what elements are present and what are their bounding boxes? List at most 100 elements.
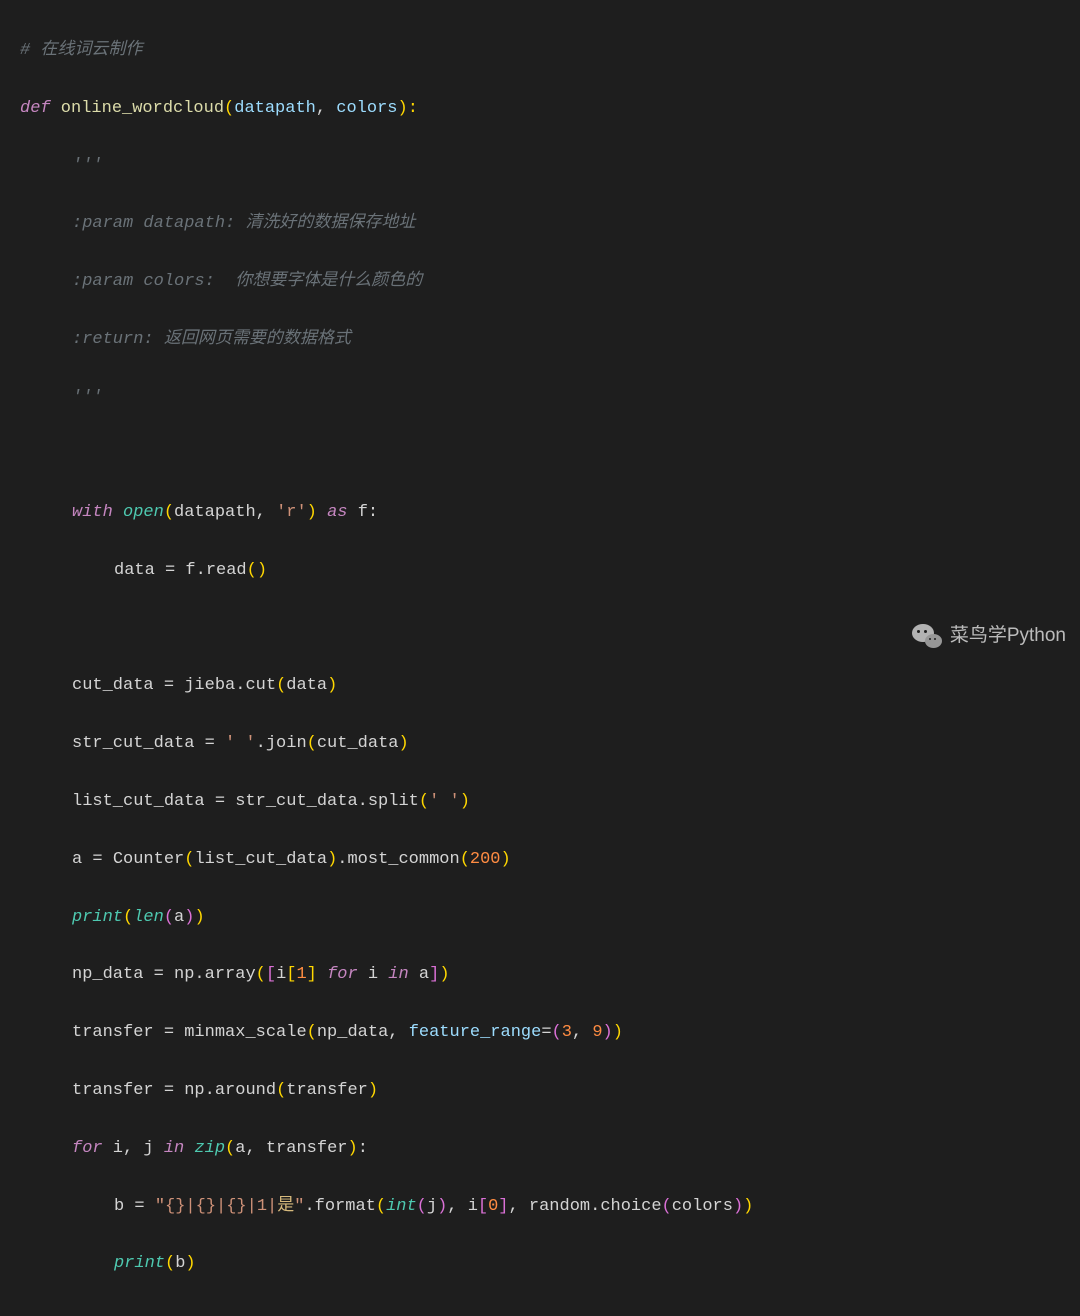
i-sub: i: [468, 1197, 478, 1216]
paren: (: [417, 1197, 427, 1216]
paren: ): [368, 1081, 378, 1100]
var-j: j: [133, 1139, 164, 1158]
bracket: ]: [429, 965, 439, 984]
f-read: f.read: [185, 561, 246, 580]
keyword-def: def: [20, 99, 51, 118]
join-call: .join: [256, 734, 307, 753]
paren: (: [460, 850, 470, 869]
jieba-cut: jieba.cut: [184, 676, 276, 695]
format-cjk: 是: [277, 1197, 294, 1216]
bracket: ]: [307, 965, 317, 984]
colon: :: [358, 1139, 368, 1158]
paren: (: [419, 792, 429, 811]
paren: (: [256, 965, 266, 984]
arg-cut-data: cut_data: [317, 734, 399, 753]
paren: (: [276, 1081, 286, 1100]
paren: ): [327, 676, 337, 695]
paren: (: [307, 734, 317, 753]
equals: =: [164, 1023, 184, 1042]
keyword-as: as: [317, 503, 358, 522]
var-i3: i: [103, 1139, 123, 1158]
arg-a: a: [174, 908, 184, 927]
arg-transfer2: transfer: [266, 1139, 348, 1158]
number-200: 200: [470, 850, 501, 869]
var-a: a: [72, 850, 92, 869]
paren: (: [662, 1197, 672, 1216]
paren: ): [437, 1197, 447, 1216]
colon: :: [368, 503, 378, 522]
kwarg-feature-range: feature_range: [409, 1023, 542, 1042]
arg-list-cut: list_cut_data: [194, 850, 327, 869]
comma: ,: [316, 99, 336, 118]
var-np-data: np_data: [72, 965, 154, 984]
format-string: "{}|{}|{}|1|: [155, 1197, 277, 1216]
equals: =: [215, 792, 235, 811]
paren: ): [194, 908, 204, 927]
var-i: i: [276, 965, 286, 984]
minmax-scale: minmax_scale: [184, 1023, 306, 1042]
paren: (: [552, 1023, 562, 1042]
format-call: .format: [304, 1197, 375, 1216]
builtin-print2: print: [114, 1254, 165, 1273]
docstring-param1: :param datapath:: [72, 214, 245, 233]
comment-line: # 在线词云制作: [20, 41, 142, 60]
string-r: 'r': [276, 503, 307, 522]
paren: (: [184, 850, 194, 869]
arg-b: b: [175, 1254, 185, 1273]
arg-j: j: [427, 1197, 437, 1216]
param-colors: colors: [336, 99, 397, 118]
equals: =: [205, 734, 225, 753]
paren: (: [307, 1023, 317, 1042]
number-1: 1: [296, 965, 306, 984]
paren: ): [439, 965, 449, 984]
paren: ): [613, 1023, 623, 1042]
var-f: f: [358, 503, 368, 522]
format-string-end: ": [294, 1197, 304, 1216]
keyword-for: for: [317, 965, 368, 984]
number-3: 3: [562, 1023, 572, 1042]
docstring-open: ''': [72, 156, 103, 175]
equals: =: [165, 561, 185, 580]
builtin-zip: zip: [194, 1139, 225, 1158]
paren: (: [276, 676, 286, 695]
paren: (: [164, 503, 174, 522]
var-b: b: [114, 1197, 134, 1216]
np-array: np.array: [174, 965, 256, 984]
docstring-param2-desc: 你想要字体是什么颜色的: [235, 272, 422, 291]
np-around: np.around: [184, 1081, 276, 1100]
arg-np-data: np_data: [317, 1023, 388, 1042]
var-cut-data: cut_data: [72, 676, 164, 695]
docstring-param2: :param colors:: [72, 272, 235, 291]
paren: (: [165, 1254, 175, 1273]
number-9: 9: [592, 1023, 602, 1042]
builtin-int: int: [386, 1197, 417, 1216]
bracket: [: [286, 965, 296, 984]
arg-transfer: transfer: [286, 1081, 368, 1100]
arg-data: data: [286, 676, 327, 695]
paren: ): [603, 1023, 613, 1042]
docstring-return: :return:: [72, 330, 164, 349]
paren: (: [123, 908, 133, 927]
paren: ): [347, 1139, 357, 1158]
arg-a2: a: [235, 1139, 245, 1158]
comma: ,: [509, 1197, 529, 1216]
comma: ,: [447, 1197, 467, 1216]
keyword-in: in: [378, 965, 419, 984]
equals: =: [134, 1197, 154, 1216]
comma: ,: [572, 1023, 592, 1042]
builtin-print: print: [72, 908, 123, 927]
function-name: online_wordcloud: [51, 99, 224, 118]
watermark: 菜鸟学Python: [912, 620, 1066, 652]
code-editor[interactable]: # 在线词云制作 def online_wordcloud(datapath, …: [0, 0, 1080, 1316]
docstring-close: ''': [72, 388, 103, 407]
counter-call: Counter: [113, 850, 184, 869]
paren: ): [184, 908, 194, 927]
var-transfer: transfer: [72, 1023, 164, 1042]
equals: =: [164, 1081, 184, 1100]
builtin-open: open: [113, 503, 164, 522]
comma: ,: [256, 503, 276, 522]
paren: (): [247, 561, 267, 580]
watermark-text: 菜鸟学Python: [950, 620, 1066, 652]
var-transfer2: transfer: [72, 1081, 164, 1100]
var-i2: i: [368, 965, 378, 984]
